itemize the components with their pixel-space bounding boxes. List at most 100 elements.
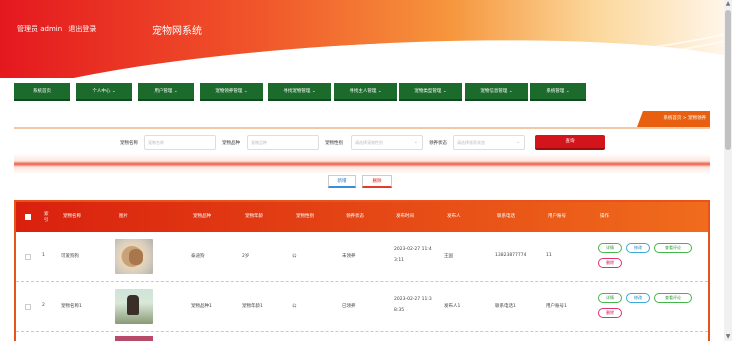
row-delete-button[interactable]: 删除 [598,258,622,268]
table-row[interactable]: 1 可爱狗狗 泰迪狗 2岁 公 未领养 2023-02-27 11:4 3:11… [16,232,708,282]
view-comments-button[interactable]: 查看评论 [654,243,692,253]
status-select[interactable]: 请选择领养状态 ⌄ [453,135,525,150]
divider [14,127,710,129]
col-header-image: 图片 [119,214,128,219]
view-comments-button[interactable]: 查看评论 [654,293,692,303]
nav-label: 宠物领养管理 [215,89,243,94]
current-user: 管理员 admin [17,25,63,33]
nav-label: 个人中心 [92,89,111,94]
col-header-phone: 联系电话 [497,214,515,219]
cell-name: 宠物名称1 [61,304,82,309]
cell-index: 1 [42,253,45,258]
cell-account: 用户账号1 [546,304,567,309]
chevron-down-icon: ⌄ [311,89,316,94]
col-header-account: 用户账号 [548,214,566,219]
chevron-down-icon: ⌄ [508,89,513,94]
cell-time-line1: 2023-02-27 11:3 [394,297,432,302]
scrollbar-thumb[interactable] [725,10,731,150]
pet-name-label: 宠物名称 [120,141,138,146]
chevron-down-icon: ⌄ [515,139,520,145]
data-table: 索引 宠物名称 图片 宠物品种 宠物年龄 宠物性别 领养状态 发布时间 发布人 … [14,200,710,341]
select-placeholder: 请选择领养状态 [457,140,485,145]
nav-find-owner-management[interactable]: 寻找主人管理 ⌄ [334,83,397,101]
page-scrollbar[interactable]: ▲ ▼ [724,0,732,341]
cell-account: 11 [546,253,552,258]
pet-name-input[interactable]: 宠物名称 [144,135,216,150]
scroll-up-icon[interactable]: ▲ [725,1,731,7]
cell-gender: 公 [292,304,297,309]
cell-publisher: 发布人1 [444,304,461,309]
nav-label: 系统首页 [33,89,51,94]
row-delete-button[interactable]: 删除 [598,308,622,318]
pet-gender-select[interactable]: 请选择宠物性别 ⌄ [351,135,423,150]
cell-gender: 公 [292,254,297,259]
nav-label: 宠物信息管理 [480,89,508,94]
col-header-publisher: 发布人 [447,214,461,219]
chevron-down-icon: ⌄ [111,89,116,94]
breadcrumb-separator: > [682,116,687,121]
edit-button[interactable]: 修改 [626,243,650,253]
cell-phone: 联系电话1 [495,304,516,309]
chevron-down-icon: ⌄ [442,89,447,94]
nav-label: 寻找主人管理 [349,89,377,94]
cell-age: 宠物年龄1 [242,304,263,309]
table-row[interactable]: 2 宠物名称1 宠物品种1 宠物年龄1 公 已领养 2023-02-27 11:… [16,282,708,332]
cell-status: 已领养 [342,304,356,309]
nav-find-pet-management[interactable]: 寻找宠物管理 ⌄ [268,83,331,101]
header-banner: 管理员 admin 退出登录 宠物网系统 [0,0,724,78]
cell-breed: 泰迪狗 [191,254,205,259]
table-header: 索引 宠物名称 图片 宠物品种 宠物年龄 宠物性别 领养状态 发布时间 发布人 … [16,202,708,232]
row-checkbox[interactable] [25,304,31,310]
breadcrumb-home[interactable]: 系统首页 [663,116,681,121]
edit-button[interactable]: 修改 [626,293,650,303]
breadcrumb: 系统首页 > 宠物领养 [637,111,710,127]
nav-system-management[interactable]: 系统管理 ⌄ [530,83,586,101]
pet-gender-label: 宠物性别 [325,141,343,146]
cell-name: 可爱狗狗 [61,254,79,259]
col-header-age: 宠物年龄 [245,214,263,219]
nav-label: 用户管理 [154,89,173,94]
user-info: 管理员 admin 退出登录 [17,24,100,34]
search-button[interactable]: 查询 [535,135,605,150]
status-label: 领养状态 [429,141,447,146]
col-header-name: 宠物名称 [63,214,81,219]
detail-button[interactable]: 详情 [598,293,622,303]
chevron-down-icon: ⌄ [173,89,178,94]
logout-link[interactable]: 退出登录 [68,25,96,33]
chevron-down-icon: ⌄ [377,89,382,94]
col-header-actions: 操作 [600,214,609,219]
dog-figure [129,249,143,265]
nav-label: 系统管理 [546,89,565,94]
nav-adoption-management[interactable]: 宠物领养管理 ⌄ [200,83,263,101]
decorative-band [14,154,710,174]
delete-button[interactable]: 删除 [362,175,392,188]
nav-personal-center[interactable]: 个人中心 ⌄ [76,83,132,101]
nav-label: 宠物类型管理 [414,89,442,94]
pet-breed-label: 宠物品种 [222,141,240,146]
col-header-breed: 宠物品种 [193,214,211,219]
pet-breed-input[interactable]: 宠物品种 [247,135,319,150]
pet-image [115,239,153,274]
cell-time-line2: 8:35 [394,308,405,313]
scroll-down-icon[interactable]: ▼ [725,334,731,340]
nav-pet-info-management[interactable]: 宠物信息管理 ⌄ [465,83,528,101]
page: 管理员 admin 退出登录 宠物网系统 ▲ ▼ 系统首页 个人中心 ⌄ 用户管… [0,0,732,341]
nav-home[interactable]: 系统首页 [14,83,70,101]
cell-status: 未领养 [342,254,356,259]
cell-breed: 宠物品种1 [191,304,212,309]
add-button[interactable]: 新增 [328,175,356,188]
cell-publisher: 王国 [444,254,453,259]
breadcrumb-current: 宠物领养 [688,116,706,121]
pet-image [115,289,153,324]
app-title: 宠物网系统 [152,26,202,37]
nav-label: 寻找宠物管理 [283,89,311,94]
detail-button[interactable]: 详情 [598,243,622,253]
nav-pet-type-management[interactable]: 宠物类型管理 ⌄ [399,83,462,101]
col-header-gender: 宠物性别 [296,214,314,219]
nav-user-management[interactable]: 用户管理 ⌄ [138,83,194,101]
cell-index: 2 [42,303,45,308]
cell-phone: 13823877774 [495,253,527,258]
col-header-time: 发布时间 [396,214,414,219]
row-checkbox[interactable] [25,254,31,260]
select-all-checkbox[interactable] [25,214,31,220]
